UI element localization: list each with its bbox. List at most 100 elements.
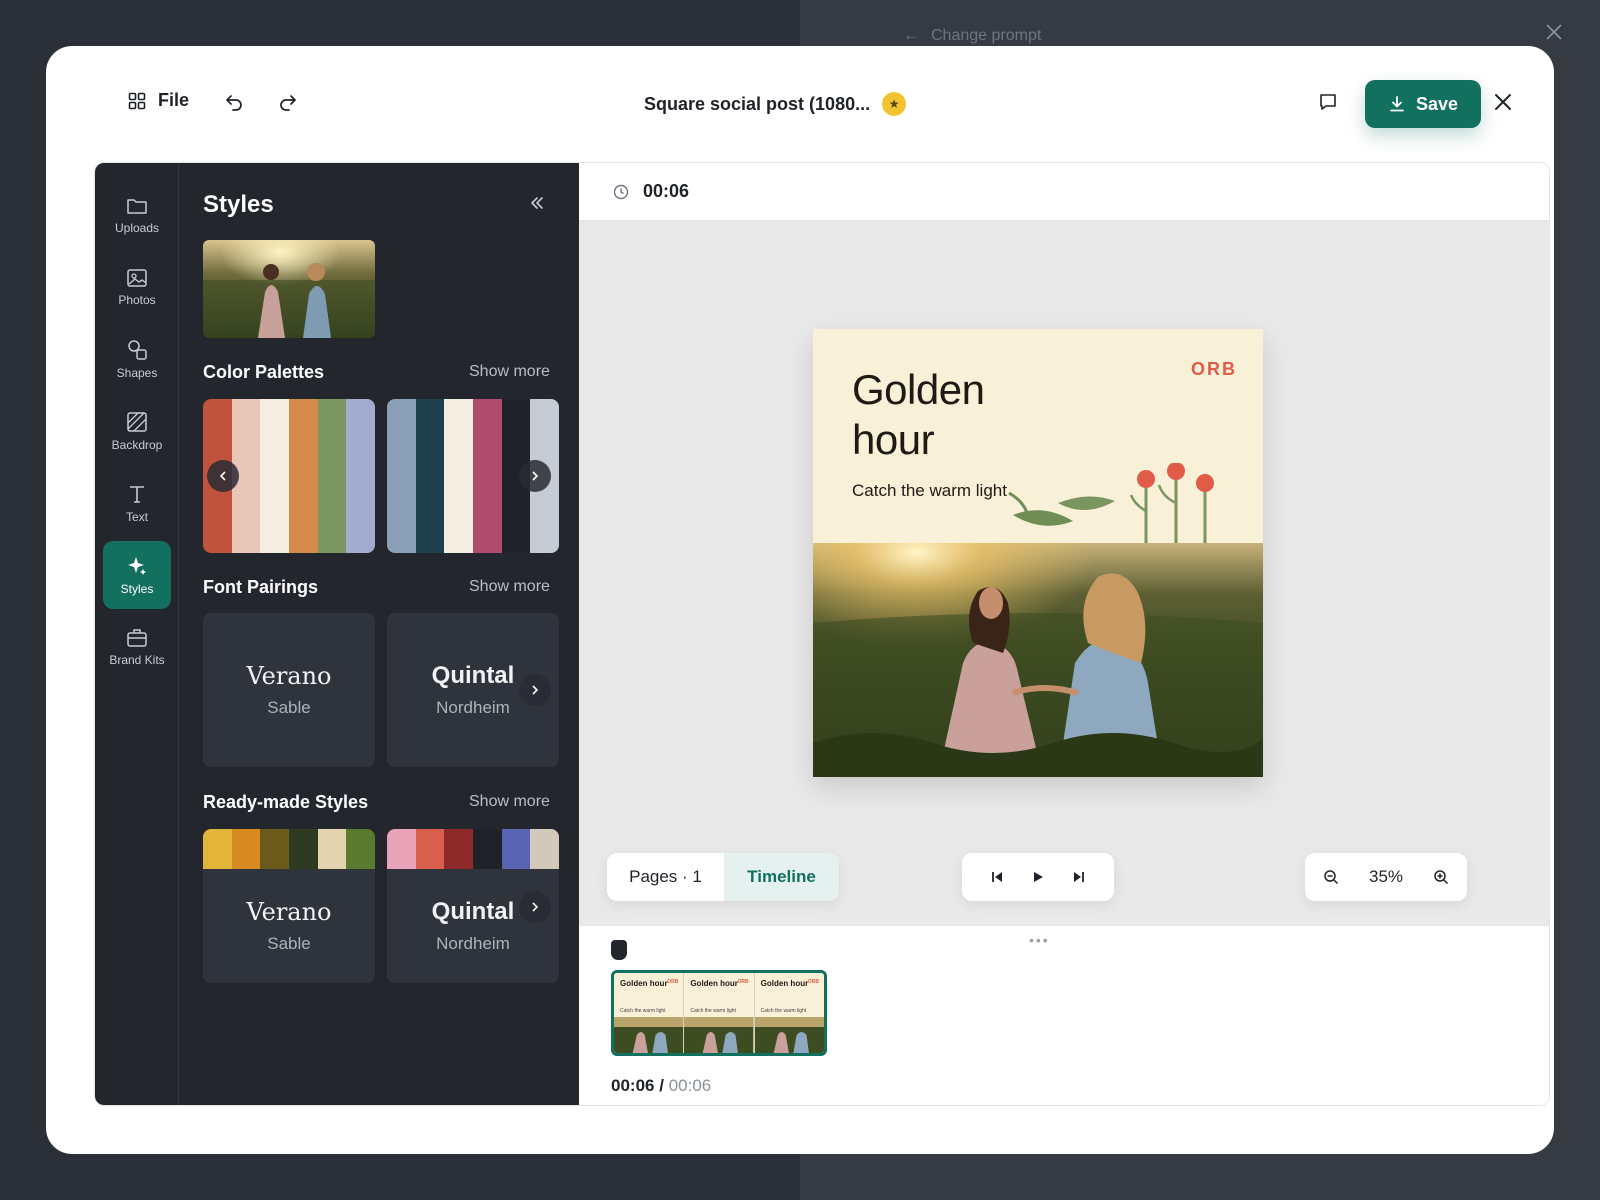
collapse-double-chevron-icon[interactable] bbox=[529, 195, 545, 211]
thumb-subtitle: Catch the warm light bbox=[760, 1008, 807, 1014]
artboard-title[interactable]: Golden hour bbox=[852, 365, 985, 465]
redo-icon[interactable] bbox=[278, 92, 298, 112]
rail-item-backdrop[interactable]: Backdrop bbox=[103, 397, 171, 465]
font-pairings-show-more[interactable]: Show more bbox=[469, 578, 550, 596]
rail-item-brand-kits[interactable]: Brand Kits bbox=[103, 613, 171, 681]
ready-style-swatch bbox=[260, 829, 290, 869]
rail-item-uploads[interactable]: Uploads bbox=[103, 181, 171, 249]
rail-item-photos[interactable]: Photos bbox=[103, 253, 171, 321]
ready-style-body: Sable bbox=[267, 934, 311, 953]
save-label: Save bbox=[1415, 93, 1459, 114]
flower-illustration[interactable] bbox=[1003, 463, 1233, 543]
thumb-title: Golden hour bbox=[760, 979, 809, 988]
comment-icon[interactable] bbox=[1318, 92, 1338, 112]
thumb-photo bbox=[614, 1017, 684, 1053]
rail-item-shapes[interactable]: Shapes bbox=[103, 325, 171, 393]
thumb-subtitle: Catch the warm light bbox=[620, 1008, 666, 1014]
duration-value[interactable]: 00:06 bbox=[643, 181, 689, 202]
arrow-left-icon: ← bbox=[903, 27, 919, 44]
rail-item-text[interactable]: Text bbox=[103, 469, 171, 537]
font-pairings-next-button[interactable] bbox=[519, 674, 551, 706]
timeline-tab[interactable]: Timeline bbox=[724, 853, 839, 901]
editor-modal: File Square social post (1080... ★ Save bbox=[46, 46, 1554, 1154]
ready-style-swatch bbox=[444, 829, 474, 869]
ready-style-swatch bbox=[289, 829, 318, 869]
zoom-in-icon[interactable] bbox=[1433, 869, 1449, 885]
document-title-text: Square social post (1080... bbox=[644, 93, 871, 114]
zoom-level[interactable]: 35% bbox=[1369, 867, 1403, 887]
color-palettes-show-more[interactable]: Show more bbox=[469, 363, 550, 381]
artboard-photo[interactable] bbox=[813, 543, 1263, 777]
file-label: File bbox=[158, 90, 190, 110]
palette-swatch bbox=[346, 399, 375, 553]
pages-tab[interactable]: Pages · 1 bbox=[607, 853, 724, 901]
chevron-right-icon bbox=[532, 685, 539, 695]
sparkle-icon bbox=[128, 556, 146, 575]
font-pairings-title: Font Pairings bbox=[203, 577, 319, 597]
font-pairing-body: Nordheim bbox=[436, 698, 510, 717]
play-icon[interactable] bbox=[1031, 870, 1045, 884]
palette-swatch bbox=[444, 399, 474, 553]
chevron-right-icon bbox=[532, 902, 539, 912]
ready-style-swatch bbox=[387, 829, 416, 869]
palette-prev-button[interactable] bbox=[207, 460, 239, 492]
briefcase-icon bbox=[127, 628, 147, 647]
save-button[interactable]: Save bbox=[1365, 80, 1481, 128]
style-reference-photo[interactable] bbox=[203, 240, 375, 338]
document-title[interactable]: Square social post (1080... ★ bbox=[644, 92, 907, 116]
total-time: 00:06 bbox=[668, 1076, 712, 1095]
thumb-subtitle: Catch the warm light bbox=[690, 1008, 736, 1014]
ready-style-color-strip bbox=[203, 829, 375, 869]
ready-styles-next-button[interactable] bbox=[519, 891, 551, 923]
skip-back-icon[interactable] bbox=[990, 870, 1004, 884]
rail-label: Styles bbox=[120, 581, 154, 596]
artboard-subtitle[interactable]: Catch the warm light bbox=[852, 481, 1007, 501]
ready-style-swatch bbox=[501, 829, 531, 869]
chevron-left-icon bbox=[219, 471, 226, 481]
resize-handle-icon[interactable]: ••• bbox=[1029, 932, 1050, 948]
duration-bar: 00:06 bbox=[579, 163, 1549, 221]
change-prompt-label: Change prompt bbox=[931, 27, 1042, 44]
close-icon[interactable] bbox=[1493, 92, 1513, 112]
thumb-photo bbox=[754, 1017, 824, 1053]
playhead-handle[interactable] bbox=[611, 940, 627, 960]
rail-label: Backdrop bbox=[111, 437, 163, 452]
time-readout: 00:06 / 00:06 bbox=[611, 1076, 711, 1096]
star-badge-icon: ★ bbox=[882, 92, 907, 116]
thumb-title: Golden hour bbox=[620, 979, 668, 988]
ready-made-styles-title: Ready-made Styles bbox=[203, 792, 369, 812]
thumb-brand: ORB bbox=[737, 979, 749, 985]
font-pairing-card[interactable]: Verano Sable bbox=[203, 613, 375, 767]
rail-label: Uploads bbox=[114, 220, 160, 235]
palette-next-button[interactable] bbox=[519, 460, 551, 492]
artboard-brand-logo[interactable]: ORB bbox=[1191, 359, 1237, 380]
palette-swatch bbox=[387, 399, 416, 553]
font-pairing-heading: Verano bbox=[246, 662, 332, 690]
clip-thumbnail: Golden hour ORB Catch the warm light bbox=[614, 973, 685, 1053]
ready-style-swatch bbox=[203, 829, 232, 869]
ready-made-show-more[interactable]: Show more bbox=[469, 793, 550, 811]
skip-forward-icon[interactable] bbox=[1072, 870, 1086, 884]
rail-item-styles[interactable]: Styles bbox=[103, 541, 171, 609]
canvas-area: 00:06 Golden hour Catch the warm light O… bbox=[579, 163, 1549, 1105]
folder-icon bbox=[127, 198, 147, 214]
undo-icon[interactable] bbox=[224, 92, 244, 112]
ready-style-color-strip bbox=[387, 829, 559, 869]
thumb-title: Golden hour bbox=[690, 979, 738, 988]
timeline-clip[interactable]: Golden hour ORB Catch the warm light Golden… bbox=[611, 970, 827, 1056]
thumb-photo bbox=[684, 1017, 754, 1053]
ready-made-style-card[interactable]: Verano Sable bbox=[203, 829, 375, 983]
ready-style-swatch bbox=[473, 829, 502, 869]
close-icon[interactable] bbox=[1544, 22, 1564, 42]
zoom-out-icon[interactable] bbox=[1323, 869, 1339, 885]
rail-label: Photos bbox=[118, 292, 156, 307]
file-menu-button[interactable]: File bbox=[128, 90, 189, 111]
ready-style-body: Nordheim bbox=[436, 934, 510, 953]
ready-style-heading: Quintal bbox=[431, 898, 515, 925]
timeline-panel: ••• Golden hour ORB Catch the warm light Go… bbox=[579, 925, 1549, 1105]
palette-swatch bbox=[473, 399, 502, 553]
artboard[interactable]: Golden hour Catch the warm light ORB bbox=[813, 329, 1263, 777]
rail-label: Text bbox=[125, 509, 148, 524]
ready-style-heading: Verano bbox=[246, 898, 332, 926]
change-prompt-link[interactable]: ← Change prompt bbox=[903, 27, 1041, 45]
